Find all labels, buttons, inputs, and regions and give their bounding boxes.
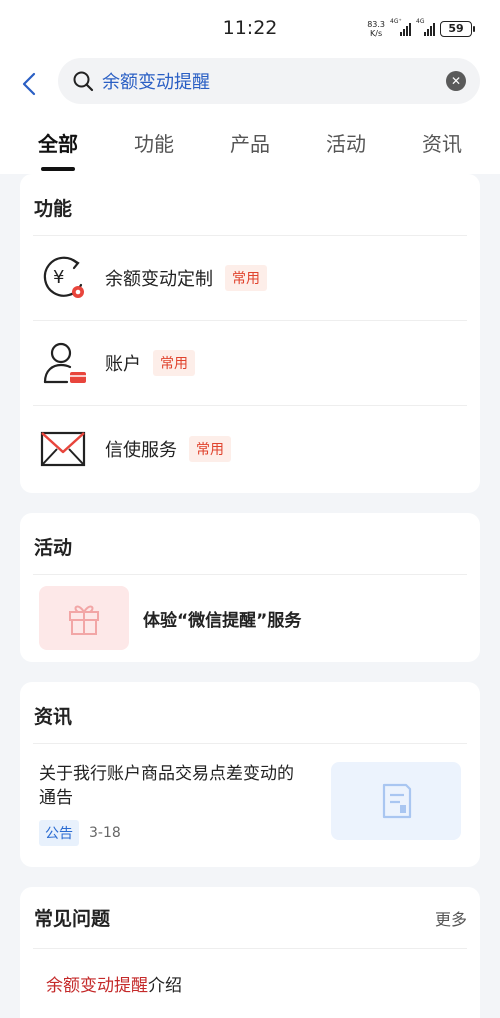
news-card: 资讯 关于我行账户商品交易点差变动的通告 公告 3-18 <box>20 682 480 867</box>
faq-item-highlight: 余额变动提醒 <box>46 975 148 996</box>
function-label: 账户 <box>105 354 141 375</box>
chevron-left-icon <box>22 72 36 96</box>
search-icon <box>73 71 94 92</box>
functions-card: 功能 ¥ 余额变动定制 常用 账户 常用 信使服务 常用 <box>20 174 480 493</box>
common-badge: 常用 <box>225 265 267 291</box>
news-thumbnail <box>331 762 461 840</box>
function-label: 信使服务 <box>105 439 177 461</box>
category-tabs: 全部 功能 产品 活动 资讯 <box>0 110 500 174</box>
function-item-messenger[interactable]: 信使服务 常用 <box>33 406 467 491</box>
network-speed-value: 83.3 <box>367 20 385 29</box>
tab-functions[interactable]: 功能 <box>128 128 180 157</box>
news-meta: 公告 3-18 <box>39 820 121 846</box>
yen-refresh-icon: ¥ <box>43 256 84 298</box>
network-speed: 83.3 K/s <box>367 20 385 38</box>
common-badge: 常用 <box>189 435 231 462</box>
search-row: 余额变动提醒 ✕ <box>0 58 500 110</box>
more-link[interactable]: 更多 <box>435 906 467 930</box>
tab-products[interactable]: 产品 <box>224 128 276 157</box>
function-label: 余额变动定制 <box>105 269 213 290</box>
news-tag-badge: 公告 <box>39 820 79 846</box>
user-account-icon <box>43 342 86 384</box>
news-item[interactable]: 关于我行账户商品交易点差变动的通告 公告 3-18 <box>33 744 467 864</box>
tab-activities[interactable]: 活动 <box>320 128 372 157</box>
function-item-balance-alert[interactable]: ¥ 余额变动定制 常用 <box>33 236 467 321</box>
search-query-text[interactable]: 余额变动提醒 <box>102 68 446 94</box>
battery-icon: 59 <box>440 21 475 37</box>
envelope-icon <box>40 431 86 466</box>
activity-label: 体验“微信提醒”服务 <box>143 610 302 631</box>
activity-title: 活动 <box>33 513 467 575</box>
tab-news[interactable]: 资讯 <box>416 128 468 157</box>
common-badge: 常用 <box>153 350 195 376</box>
search-input[interactable]: 余额变动提醒 ✕ <box>58 58 480 104</box>
status-bar: 11:22 83.3 K/s 4G⁺ 4G 59 <box>0 0 500 58</box>
faq-item[interactable]: 余额变动提醒 介绍 <box>33 949 467 1017</box>
clear-search-icon[interactable]: ✕ <box>446 71 466 91</box>
news-title: 资讯 <box>33 682 467 744</box>
gift-icon <box>69 605 99 635</box>
tab-all[interactable]: 全部 <box>32 128 84 157</box>
document-icon <box>382 783 412 819</box>
news-date: 3-18 <box>89 825 121 841</box>
signal-1-label: 4G⁺ <box>390 17 402 25</box>
back-button[interactable] <box>16 70 44 98</box>
news-item-title: 关于我行账户商品交易点差变动的通告 <box>39 764 294 808</box>
network-speed-unit: K/s <box>370 29 383 38</box>
function-item-account[interactable]: 账户 常用 <box>33 321 467 406</box>
activity-item[interactable]: 体验“微信提醒”服务 <box>33 575 467 661</box>
activity-card: 活动 体验“微信提醒”服务 <box>20 513 480 662</box>
functions-title: 功能 <box>33 174 467 236</box>
faq-title: 常见问题 <box>34 908 111 930</box>
faq-item-rest: 介绍 <box>148 975 182 996</box>
svg-text:¥: ¥ <box>53 267 64 288</box>
faq-header: 常见问题 更多 <box>33 887 467 949</box>
signal-4g-icon: 4G <box>416 18 435 36</box>
status-icons: 83.3 K/s 4G⁺ 4G 59 <box>367 18 475 38</box>
activity-thumbnail <box>39 586 129 650</box>
signal-4g-plus-icon: 4G⁺ <box>390 18 411 36</box>
signal-2-label: 4G <box>416 17 425 25</box>
faq-card: 常见问题 更多 余额变动提醒 介绍 <box>20 887 480 1018</box>
